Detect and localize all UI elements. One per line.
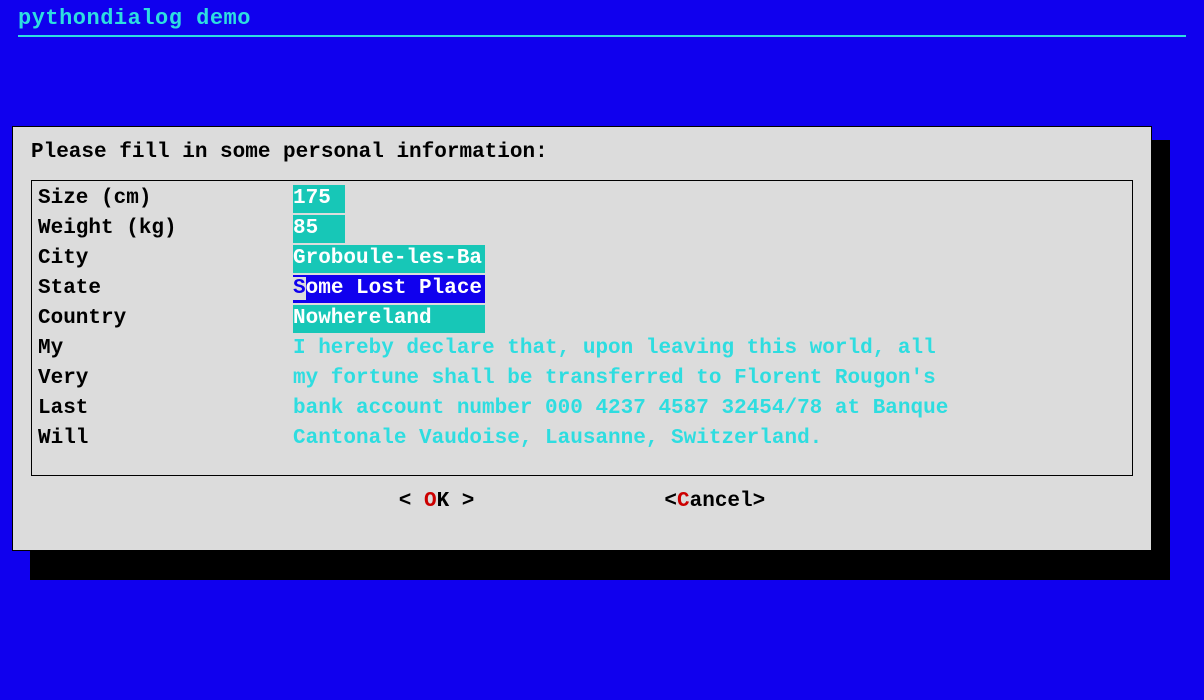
ok-button[interactable]: < OK > <box>399 490 475 513</box>
form-row-multiline-2: Last bank account number 000 4237 4587 3… <box>38 394 1126 424</box>
form-row-size: Size (cm) <box>38 184 1126 214</box>
multiline-text: bank account number 000 4237 4587 32454/… <box>293 394 948 424</box>
state-rest: ome Lost Place <box>306 277 482 300</box>
weight-input[interactable] <box>293 215 345 243</box>
field-label: Will <box>38 424 293 454</box>
city-input[interactable] <box>293 245 485 273</box>
app-title: pythondialog demo <box>0 0 1204 33</box>
cancel-hotkey: C <box>677 490 690 513</box>
field-label: My <box>38 334 293 364</box>
field-label: Country <box>38 304 293 334</box>
form-row-country: Country <box>38 304 1126 334</box>
header-divider <box>18 35 1186 37</box>
bracket-close: > <box>753 490 766 513</box>
ok-hotkey: O <box>424 490 437 513</box>
bracket-open: < <box>664 490 677 513</box>
bracket-close: > <box>449 490 474 513</box>
cancel-rest: ancel <box>690 490 753 513</box>
ok-rest: K <box>437 490 450 513</box>
size-input[interactable] <box>293 185 345 213</box>
dialog-prompt: Please fill in some personal information… <box>13 127 1151 180</box>
button-row: < OK > <Cancel> <box>13 476 1151 513</box>
form-row-multiline-1: Very my fortune shall be transferred to … <box>38 364 1126 394</box>
multiline-text: Cantonale Vaudoise, Lausanne, Switzerlan… <box>293 424 822 454</box>
form-dialog: Please fill in some personal information… <box>12 126 1152 551</box>
field-label: City <box>38 244 293 274</box>
multiline-text: my fortune shall be transferred to Flore… <box>293 364 936 394</box>
field-label: Last <box>38 394 293 424</box>
field-label: State <box>38 274 293 304</box>
form-row-city: City <box>38 244 1126 274</box>
field-label: Size (cm) <box>38 184 293 214</box>
form-area: Size (cm) Weight (kg) City State Some Lo… <box>31 180 1133 476</box>
field-label: Weight (kg) <box>38 214 293 244</box>
country-input[interactable] <box>293 305 485 333</box>
field-label: Very <box>38 364 293 394</box>
form-row-multiline-0: My I hereby declare that, upon leaving t… <box>38 334 1126 364</box>
multiline-text: I hereby declare that, upon leaving this… <box>293 334 936 364</box>
state-input[interactable]: Some Lost Place <box>293 275 485 303</box>
bracket-open: < <box>399 490 424 513</box>
form-row-weight: Weight (kg) <box>38 214 1126 244</box>
form-row-state: State Some Lost Place <box>38 274 1126 304</box>
cancel-button[interactable]: <Cancel> <box>664 490 765 513</box>
form-row-multiline-3: Will Cantonale Vaudoise, Lausanne, Switz… <box>38 424 1126 454</box>
